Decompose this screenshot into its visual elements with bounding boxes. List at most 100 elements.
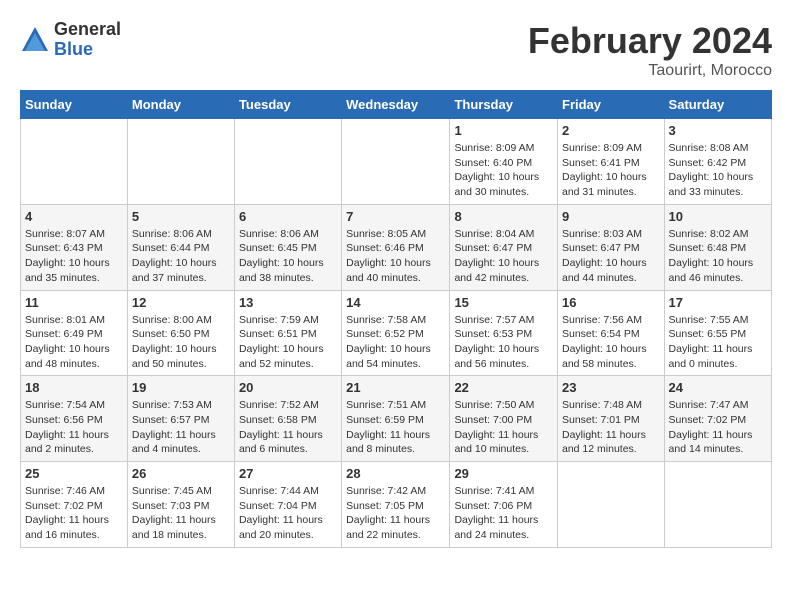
day-number: 16 [562,295,660,310]
day-number: 17 [669,295,767,310]
title-area: February 2024 Taourirt, Morocco [528,20,772,80]
day-number: 13 [239,295,337,310]
day-info: Sunrise: 7:59 AMSunset: 6:51 PMDaylight:… [239,313,337,372]
day-number: 19 [132,380,230,395]
calendar-cell: 2Sunrise: 8:09 AMSunset: 6:41 PMDaylight… [558,119,665,205]
calendar-cell: 11 Sunrise: 8:01 AMSunset: 6:49 PMDayligh… [21,290,128,376]
day-number: 4 [25,209,123,224]
calendar-cell [342,119,450,205]
day-info: Sunrise: 8:02 AMSunset: 6:48 PMDaylight:… [669,227,767,286]
week-row-1: 1 Sunrise: 8:09 AMSunset: 6:40 PMDaylight… [21,119,772,205]
day-info: Sunrise: 7:48 AMSunset: 7:01 PMDaylight:… [562,398,660,457]
day-info: Sunrise: 7:56 AMSunset: 6:54 PMDaylight:… [562,313,660,372]
week-row-2: 4 Sunrise: 8:07 AMSunset: 6:43 PMDaylight… [21,204,772,290]
calendar-cell: 23 Sunrise: 7:48 AMSunset: 7:01 PMDayligh… [558,376,665,462]
day-info: Sunrise: 8:09 AMSunset: 6:40 PMDaylight:… [454,141,553,200]
calendar-cell: 24 Sunrise: 7:47 AMSunset: 7:02 PMDayligh… [664,376,771,462]
day-number: 29 [454,466,553,481]
week-row-4: 18 Sunrise: 7:54 AMSunset: 6:56 PMDayligh… [21,376,772,462]
day-number: 27 [239,466,337,481]
calendar-cell: 3Sunrise: 8:08 AMSunset: 6:42 PMDaylight… [664,119,771,205]
day-number: 25 [25,466,123,481]
calendar-cell: 7Sunrise: 8:05 AMSunset: 6:46 PMDaylight… [342,204,450,290]
day-header-thursday: Thursday [450,91,558,119]
day-number: 15 [454,295,553,310]
day-info: Sunrise: 8:09 AMSunset: 6:41 PMDaylight:… [562,141,660,200]
week-row-5: 25 Sunrise: 7:46 AMSunset: 7:02 PMDayligh… [21,462,772,548]
calendar-cell: 22 Sunrise: 7:50 AMSunset: 7:00 PMDayligh… [450,376,558,462]
day-info: Sunrise: 7:50 AMSunset: 7:00 PMDaylight:… [454,398,553,457]
calendar-cell: 15 Sunrise: 7:57 AMSunset: 6:53 PMDayligh… [450,290,558,376]
logo-blue-text: Blue [54,40,121,60]
day-info: Sunrise: 7:55 AMSunset: 6:55 PMDaylight:… [669,313,767,372]
day-number: 22 [454,380,553,395]
day-info: Sunrise: 8:04 AMSunset: 6:47 PMDaylight:… [454,227,553,286]
logo: General Blue [20,20,121,60]
calendar-cell: 28 Sunrise: 7:42 AMSunset: 7:05 PMDayligh… [342,462,450,548]
day-number: 18 [25,380,123,395]
day-info: Sunrise: 8:07 AMSunset: 6:43 PMDaylight:… [25,227,123,286]
calendar-cell: 14Sunrise: 7:58 AMSunset: 6:52 PMDayligh… [342,290,450,376]
day-info: Sunrise: 7:53 AMSunset: 6:57 PMDaylight:… [132,398,230,457]
calendar-cell: 29 Sunrise: 7:41 AMSunset: 7:06 PMDayligh… [450,462,558,548]
calendar-cell [558,462,665,548]
day-info: Sunrise: 7:57 AMSunset: 6:53 PMDaylight:… [454,313,553,372]
calendar-cell: 10Sunrise: 8:02 AMSunset: 6:48 PMDayligh… [664,204,771,290]
day-header-friday: Friday [558,91,665,119]
calendar-cell: 16 Sunrise: 7:56 AMSunset: 6:54 PMDayligh… [558,290,665,376]
day-info: Sunrise: 7:47 AMSunset: 7:02 PMDaylight:… [669,398,767,457]
day-number: 20 [239,380,337,395]
day-info: Sunrise: 8:01 AMSunset: 6:49 PMDaylight:… [25,313,123,372]
calendar-cell: 17 Sunrise: 7:55 AMSunset: 6:55 PMDayligh… [664,290,771,376]
day-header-wednesday: Wednesday [342,91,450,119]
day-number: 1 [454,123,553,138]
calendar-cell: 9Sunrise: 8:03 AMSunset: 6:47 PMDaylight… [558,204,665,290]
day-number: 11 [25,295,123,310]
day-info: Sunrise: 7:46 AMSunset: 7:02 PMDaylight:… [25,484,123,543]
calendar-cell: 8 Sunrise: 8:04 AMSunset: 6:47 PMDaylight… [450,204,558,290]
day-number: 14 [346,295,445,310]
calendar-cell: 1 Sunrise: 8:09 AMSunset: 6:40 PMDaylight… [450,119,558,205]
calendar-cell: 5Sunrise: 8:06 AMSunset: 6:44 PMDaylight… [127,204,234,290]
day-info: Sunrise: 7:41 AMSunset: 7:06 PMDaylight:… [454,484,553,543]
day-number: 9 [562,209,660,224]
day-number: 8 [454,209,553,224]
logo-icon [20,25,50,55]
day-header-saturday: Saturday [664,91,771,119]
day-info: Sunrise: 8:06 AMSunset: 6:44 PMDaylight:… [132,227,230,286]
calendar-cell: 13 Sunrise: 7:59 AMSunset: 6:51 PMDayligh… [234,290,341,376]
day-number: 21 [346,380,445,395]
calendar-cell: 27 Sunrise: 7:44 AMSunset: 7:04 PMDayligh… [234,462,341,548]
day-info: Sunrise: 7:45 AMSunset: 7:03 PMDaylight:… [132,484,230,543]
day-info: Sunrise: 8:08 AMSunset: 6:42 PMDaylight:… [669,141,767,200]
day-info: Sunrise: 7:44 AMSunset: 7:04 PMDaylight:… [239,484,337,543]
calendar-cell [234,119,341,205]
day-info: Sunrise: 7:52 AMSunset: 6:58 PMDaylight:… [239,398,337,457]
day-info: Sunrise: 7:54 AMSunset: 6:56 PMDaylight:… [25,398,123,457]
day-info: Sunrise: 8:00 AMSunset: 6:50 PMDaylight:… [132,313,230,372]
calendar-cell: 21Sunrise: 7:51 AMSunset: 6:59 PMDayligh… [342,376,450,462]
calendar-cell: 6 Sunrise: 8:06 AMSunset: 6:45 PMDaylight… [234,204,341,290]
day-info: Sunrise: 8:06 AMSunset: 6:45 PMDaylight:… [239,227,337,286]
day-header-monday: Monday [127,91,234,119]
day-number: 7 [346,209,445,224]
page-header: General Blue February 2024 Taourirt, Mor… [20,20,772,80]
calendar-cell [127,119,234,205]
calendar-cell: 19 Sunrise: 7:53 AMSunset: 6:57 PMDayligh… [127,376,234,462]
calendar-cell [21,119,128,205]
calendar-header-row: SundayMondayTuesdayWednesdayThursdayFrid… [21,91,772,119]
day-number: 6 [239,209,337,224]
day-number: 24 [669,380,767,395]
calendar-table: SundayMondayTuesdayWednesdayThursdayFrid… [20,90,772,548]
day-header-tuesday: Tuesday [234,91,341,119]
day-number: 28 [346,466,445,481]
calendar-cell: 20 Sunrise: 7:52 AMSunset: 6:58 PMDayligh… [234,376,341,462]
day-number: 23 [562,380,660,395]
day-number: 26 [132,466,230,481]
logo-general-text: General [54,20,121,40]
location: Taourirt, Morocco [528,62,772,80]
week-row-3: 11 Sunrise: 8:01 AMSunset: 6:49 PMDayligh… [21,290,772,376]
calendar-cell [664,462,771,548]
day-number: 12 [132,295,230,310]
day-info: Sunrise: 7:42 AMSunset: 7:05 PMDaylight:… [346,484,445,543]
